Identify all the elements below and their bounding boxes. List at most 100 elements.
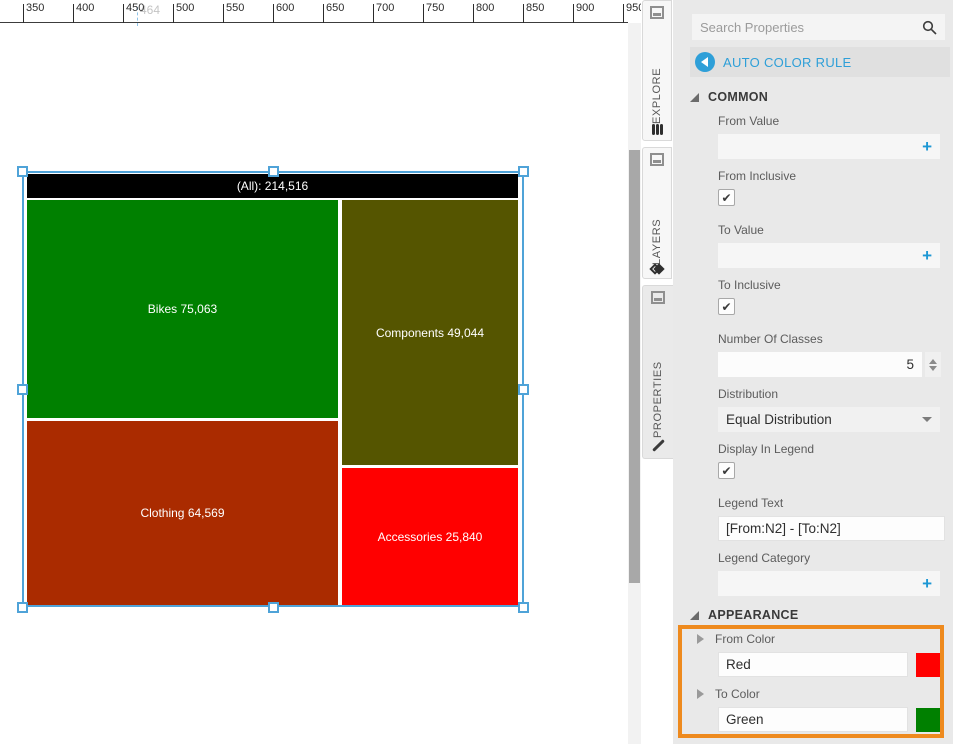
ruler-tick-label: 600 [276, 2, 294, 14]
number-of-classes-value: 5 [906, 357, 914, 372]
layers-icon [651, 265, 663, 273]
vertical-scrollbar[interactable] [628, 23, 641, 744]
distribution-label: Distribution [718, 387, 953, 401]
ruler-tick-label: 400 [76, 2, 94, 14]
ruler-tick-label: 450 [126, 2, 144, 14]
treemap-tile-components[interactable]: Components 49,044 [342, 200, 518, 465]
back-icon [695, 52, 715, 72]
from-color-input[interactable]: Red [718, 652, 908, 677]
ruler-tick-label: 500 [176, 2, 194, 14]
section-appearance-title: APPEARANCE [708, 608, 799, 622]
resize-handle-top-right[interactable] [518, 166, 529, 177]
from-color-expander-icon[interactable] [697, 634, 704, 644]
distribution-select[interactable]: Equal Distribution [718, 407, 940, 432]
from-inclusive-label: From Inclusive [718, 169, 953, 183]
ruler-tick [123, 4, 124, 23]
to-inclusive-label: To Inclusive [718, 278, 953, 292]
check-icon: ✔ [721, 192, 731, 204]
to-value-field[interactable]: + [718, 243, 940, 268]
dock-tab-strip: EXPLORE LAYERS PROPERTIES [641, 0, 673, 744]
ruler-tick [473, 4, 474, 23]
treemap-tile-label: Accessories 25,840 [378, 530, 483, 544]
scrollbar-thumb[interactable] [629, 150, 640, 583]
to-color-label: To Color [715, 687, 760, 701]
number-of-classes-input[interactable]: 5 [718, 352, 922, 377]
check-icon: ✔ [721, 465, 731, 477]
add-icon[interactable]: + [922, 575, 932, 592]
treemap-tile-label: Bikes 75,063 [148, 302, 217, 316]
legend-category-field[interactable]: + [718, 571, 940, 596]
resize-handle-bottom-right[interactable] [518, 602, 529, 613]
from-value-label: From Value [718, 114, 953, 128]
ruler-tick-label: 800 [476, 2, 494, 14]
treemap-tile-accessories[interactable]: Accessories 25,840 [342, 468, 518, 605]
section-common[interactable]: COMMON [690, 90, 953, 104]
resize-handle-middle-left[interactable] [17, 384, 28, 395]
tab-layers-label: LAYERS [651, 166, 663, 265]
treemap-tile-bikes[interactable]: Bikes 75,063 [27, 200, 338, 418]
add-icon[interactable]: + [922, 247, 932, 264]
tab-properties-label: PROPERTIES [652, 304, 664, 438]
tab-explore[interactable]: EXPLORE [642, 0, 672, 141]
check-icon: ✔ [721, 301, 731, 313]
from-inclusive-checkbox[interactable]: ✔ [718, 189, 735, 206]
legend-category-label: Legend Category [718, 551, 953, 565]
to-color-expander-icon[interactable] [697, 689, 704, 699]
tab-explore-label: EXPLORE [651, 19, 663, 124]
ruler-tick [223, 4, 224, 23]
ruler-tick-label: 700 [376, 2, 394, 14]
legend-text-label: Legend Text [718, 496, 953, 510]
dock-panel-icon [650, 153, 664, 166]
ruler-tick [423, 4, 424, 23]
ruler-tick-label: 850 [526, 2, 544, 14]
from-color-value: Red [726, 657, 751, 672]
search-input[interactable] [700, 20, 922, 35]
ruler-tick [623, 4, 624, 23]
ruler-tick [573, 4, 574, 23]
resize-handle-bottom-center[interactable] [268, 602, 279, 613]
number-stepper[interactable] [925, 352, 941, 377]
add-icon[interactable]: + [922, 138, 932, 155]
treemap-control[interactable]: (All): 214,516 Bikes 75,063 Components 4… [27, 174, 518, 605]
spin-down-icon[interactable] [929, 366, 937, 371]
search-icon [922, 20, 937, 35]
to-color-value: Green [726, 712, 764, 727]
section-appearance[interactable]: APPEARANCE [690, 608, 953, 622]
ruler-tick [73, 4, 74, 23]
treemap-total-label: (All): 214,516 [237, 179, 308, 193]
to-color-swatch[interactable] [916, 708, 940, 732]
ruler-tick [273, 4, 274, 23]
ruler-tick-label: 550 [226, 2, 244, 14]
resize-handle-top-center[interactable] [268, 166, 279, 177]
design-canvas: 464 350400450500550600650700750800850900… [0, 0, 628, 744]
to-color-input[interactable]: Green [718, 707, 908, 732]
number-of-classes-label: Number Of Classes [718, 332, 953, 346]
from-color-label: From Color [715, 632, 775, 646]
treemap-tile-label: Clothing 64,569 [140, 506, 224, 520]
ruler-tick [23, 4, 24, 23]
ruler-tick-label: 900 [576, 2, 594, 14]
to-inclusive-checkbox[interactable]: ✔ [718, 298, 735, 315]
resize-handle-bottom-left[interactable] [17, 602, 28, 613]
treemap-tile-clothing[interactable]: Clothing 64,569 [27, 421, 338, 605]
from-value-field[interactable]: + [718, 134, 940, 159]
from-color-swatch[interactable] [916, 653, 940, 677]
ruler-tick [523, 4, 524, 23]
distribution-value: Equal Distribution [726, 412, 922, 427]
display-in-legend-checkbox[interactable]: ✔ [718, 462, 735, 479]
ruler-tick-label: 650 [326, 2, 344, 14]
properties-panel: AUTO COLOR RULE COMMON From Value + From… [673, 0, 953, 744]
chevron-down-icon [922, 417, 932, 422]
legend-text-input[interactable] [718, 516, 945, 541]
section-expanded-icon [690, 611, 699, 620]
ruler-tick [173, 4, 174, 23]
search-properties-box[interactable] [692, 14, 945, 40]
breadcrumb-back-button[interactable]: AUTO COLOR RULE [690, 47, 950, 77]
dock-panel-icon [651, 291, 665, 304]
resize-handle-top-left[interactable] [17, 166, 28, 177]
tab-properties[interactable]: PROPERTIES [642, 285, 673, 459]
tab-layers[interactable]: LAYERS [642, 147, 672, 279]
treemap-total-tile[interactable]: (All): 214,516 [27, 174, 518, 198]
spin-up-icon[interactable] [929, 359, 937, 364]
resize-handle-middle-right[interactable] [518, 384, 529, 395]
